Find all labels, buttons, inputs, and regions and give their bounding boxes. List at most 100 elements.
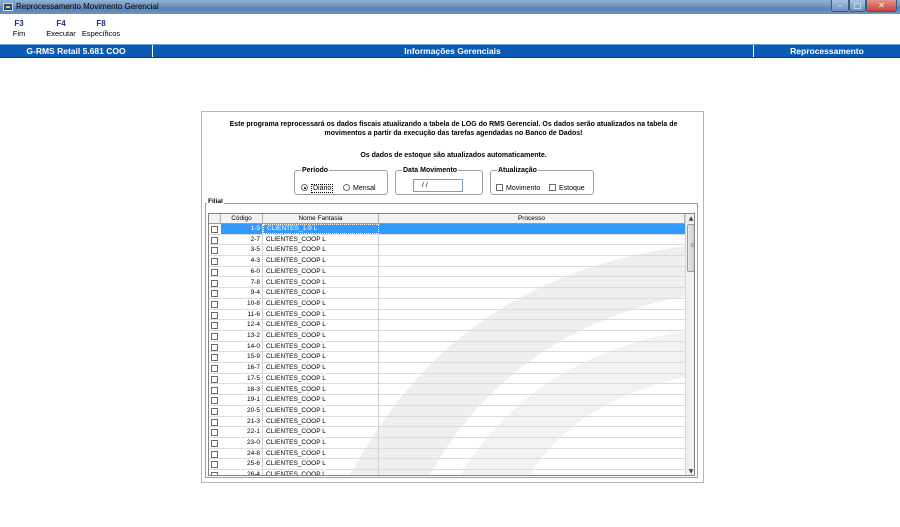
row-checkbox[interactable]: [211, 279, 218, 287]
row-checkbox[interactable]: [211, 386, 218, 394]
screen-title: Reprocessamento: [790, 46, 864, 56]
table-row[interactable]: 17-5 CLIENTES_COOP L: [209, 373, 685, 385]
row-checkbox[interactable]: [211, 247, 218, 255]
periodo-legend: Período: [302, 167, 329, 174]
table-row[interactable]: 22-1 CLIENTES_COOP L: [209, 427, 685, 438]
row-checkbox[interactable]: [211, 407, 218, 415]
data-movimento-input[interactable]: [413, 179, 463, 192]
row-checkbox[interactable]: [211, 226, 218, 233]
nome-column-header[interactable]: Nome Fantasia: [263, 214, 379, 224]
app-icon: [3, 3, 13, 11]
processo-cell: [379, 320, 685, 330]
estoque-checkbox[interactable]: Estoque: [549, 184, 585, 193]
row-checkbox[interactable]: [211, 461, 218, 469]
row-checkbox[interactable]: [211, 258, 218, 266]
atualizacao-group: Atualização Movimento Estoque: [490, 167, 594, 195]
row-checkbox[interactable]: [211, 311, 218, 319]
table-row[interactable]: 2-7 CLIENTES_COOP L: [209, 234, 685, 246]
row-checkbox[interactable]: [211, 450, 218, 458]
codigo-cell: 1-9: [221, 224, 263, 234]
nome-cell: CLIENTES_COOP L: [263, 363, 379, 374]
table-row[interactable]: 23-0 CLIENTES_COOP L: [209, 438, 685, 449]
maximize-button[interactable]: □: [849, 0, 866, 12]
row-checkbox[interactable]: [211, 440, 218, 447]
table-row[interactable]: 6-0 CLIENTES_COOP L: [209, 266, 685, 278]
scroll-thumb[interactable]: [687, 224, 694, 272]
row-checkbox[interactable]: [211, 429, 218, 437]
minimize-button[interactable]: –: [831, 0, 849, 12]
table-row[interactable]: 18-3 CLIENTES_COOP L: [209, 384, 685, 396]
table-row[interactable]: 11-6 CLIENTES_COOP L: [209, 309, 685, 321]
nome-cell: CLIENTES_COOP L: [263, 384, 379, 395]
window-title: Reprocessamento Movimento Gerencial: [16, 2, 159, 11]
table-row[interactable]: 21-3 CLIENTES_COOP L: [209, 416, 685, 428]
processo-cell: [379, 235, 685, 245]
table-row[interactable]: 24-8 CLIENTES_COOP L: [209, 448, 685, 460]
fim-key: F3: [14, 19, 24, 28]
nome-cell: CLIENTES_COOP L: [263, 309, 379, 320]
table-row[interactable]: 16-7 CLIENTES_COOP L: [209, 363, 685, 374]
table-row[interactable]: 9-4 CLIENTES_COOP L: [209, 288, 685, 299]
row-checkbox[interactable]: [211, 236, 218, 244]
row-checkbox[interactable]: [211, 397, 218, 405]
row-checkbox[interactable]: [211, 418, 218, 426]
table-row[interactable]: 12-4 CLIENTES_COOP L: [209, 320, 685, 331]
row-checkbox[interactable]: [211, 333, 218, 340]
stock-note: Os dados de estoque são atualizados auto…: [360, 152, 547, 159]
row-checkbox[interactable]: [211, 268, 218, 276]
nome-cell: CLIENTES_COOP L: [263, 427, 379, 438]
row-checkbox[interactable]: [211, 365, 218, 373]
processo-cell: [379, 224, 685, 234]
row-checkbox[interactable]: [211, 322, 218, 330]
table-row[interactable]: 19-1 CLIENTES_COOP L: [209, 395, 685, 406]
atualizacao-legend: Atualização: [498, 167, 537, 174]
processo-cell: [379, 331, 685, 341]
row-checkbox[interactable]: [211, 354, 218, 362]
nome-cell: CLIENTES_COOP L: [263, 277, 379, 288]
table-row[interactable]: 15-9 CLIENTES_COOP L: [209, 352, 685, 364]
title-bar[interactable]: Reprocessamento Movimento Gerencial – □ …: [0, 0, 900, 14]
row-checkbox[interactable]: [211, 343, 218, 351]
mensal-radio[interactable]: Mensal: [343, 184, 376, 193]
codigo-cell: 24-8: [221, 448, 263, 459]
filial-legend: Filial: [207, 198, 224, 205]
nome-cell: CLIENTES_COOP L: [263, 405, 379, 416]
table-row[interactable]: 7-8 CLIENTES_COOP L: [209, 277, 685, 289]
especificos-label: Específicos: [81, 29, 121, 38]
executar-button[interactable]: F4 Executar: [44, 19, 78, 39]
table-row[interactable]: 14-0 CLIENTES_COOP L: [209, 341, 685, 353]
vertical-scrollbar[interactable]: ▲ ▼: [685, 214, 694, 475]
table-row[interactable]: 26-4 CLIENTES_COOP L: [209, 470, 685, 475]
diario-radio[interactable]: Diário: [301, 184, 334, 193]
table-row[interactable]: 13-2 CLIENTES_COOP L: [209, 331, 685, 342]
codigo-cell: 9-4: [221, 288, 263, 299]
fim-button[interactable]: F3 Fim: [8, 19, 30, 39]
select-all-header[interactable]: [209, 214, 221, 224]
row-checkbox[interactable]: [211, 290, 218, 298]
scroll-up-icon[interactable]: ▲: [686, 214, 694, 224]
scroll-down-icon[interactable]: ▼: [686, 467, 694, 475]
table-row[interactable]: 3-5 CLIENTES_COOP L: [209, 245, 685, 257]
row-checkbox[interactable]: [211, 375, 218, 383]
nome-cell: CLIENTES_COOP L: [263, 438, 379, 448]
table-row[interactable]: 10-8 CLIENTES_COOP L: [209, 298, 685, 310]
processo-cell: [379, 342, 685, 352]
processo-cell: [379, 427, 685, 437]
executar-label: Executar: [46, 29, 76, 38]
codigo-column-header[interactable]: Código: [221, 214, 263, 224]
processo-cell: [379, 459, 685, 469]
processo-cell: [379, 395, 685, 405]
processo-cell: [379, 278, 685, 288]
especificos-button[interactable]: F8 Específicos: [80, 19, 122, 39]
table-row[interactable]: 1-9 CLIENTES_1-9 L: [209, 224, 685, 235]
data-movimento-group: Data Movimento: [395, 167, 483, 195]
row-checkbox[interactable]: [211, 472, 218, 475]
table-row[interactable]: 25-6 CLIENTES_COOP L: [209, 459, 685, 471]
processo-column-header[interactable]: Processo: [379, 214, 685, 224]
codigo-cell: 3-5: [221, 245, 263, 256]
close-button[interactable]: ✕: [866, 0, 897, 12]
table-row[interactable]: 20-5 CLIENTES_COOP L: [209, 405, 685, 417]
table-row[interactable]: 4-3 CLIENTES_COOP L: [209, 256, 685, 267]
movimento-checkbox[interactable]: Movimento: [496, 184, 540, 193]
row-checkbox[interactable]: [211, 300, 218, 308]
